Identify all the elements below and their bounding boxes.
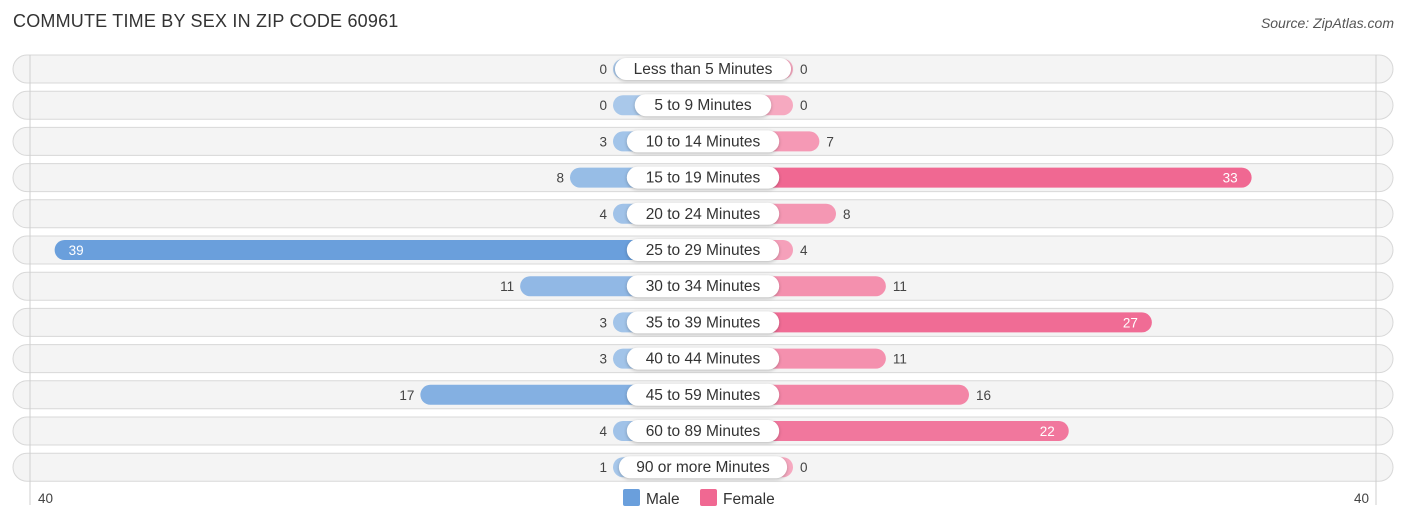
- value-label-male: 4: [599, 424, 607, 439]
- chart-row: 17 16 45 to 59 Minutes: [12, 380, 1394, 410]
- chart-row: 0 0 5 to 9 Minutes: [12, 90, 1394, 120]
- value-label-female: 0: [800, 98, 808, 113]
- value-label-male: 4: [599, 207, 607, 222]
- value-label-female: 27: [1123, 315, 1138, 330]
- value-label-male: 17: [399, 388, 414, 403]
- value-label-male: 3: [599, 315, 607, 330]
- value-label-male: 39: [69, 243, 84, 258]
- chart-row: 3 27 35 to 39 Minutes: [12, 307, 1394, 337]
- value-label-male: 1: [599, 460, 607, 475]
- category-label: 35 to 39 Minutes: [646, 314, 761, 331]
- value-label-male: 11: [500, 279, 514, 294]
- category-label: 40 to 44 Minutes: [646, 351, 761, 368]
- category-label: 10 to 14 Minutes: [646, 133, 761, 150]
- value-label-female: 8: [843, 207, 851, 222]
- value-label-female: 4: [800, 243, 808, 258]
- value-label-male: 0: [599, 62, 607, 77]
- legend: Male Female: [623, 489, 775, 508]
- value-label-male: 3: [599, 352, 607, 367]
- chart: 0 0 Less than 5 Minutes 0 0 5 to 9 Minutes 3 7 1…: [12, 54, 1394, 508]
- chart-row: 4 22 60 to 89 Minutes: [12, 416, 1394, 446]
- value-label-female: 0: [800, 460, 808, 475]
- legend-label-male: Male: [646, 491, 680, 508]
- category-label: 5 to 9 Minutes: [654, 97, 752, 114]
- value-label-female: 33: [1223, 171, 1238, 186]
- chart-row: 1 0 90 or more Minutes: [12, 452, 1394, 482]
- chart-row: 11 11 30 to 34 Minutes: [12, 271, 1394, 301]
- chart-row: 0 0 Less than 5 Minutes: [12, 54, 1394, 84]
- chart-rows: 0 0 Less than 5 Minutes 0 0 5 to 9 Minutes 3 7 1…: [12, 54, 1394, 482]
- chart-row: 3 11 40 to 44 Minutes: [12, 344, 1394, 374]
- chart-row: 3 7 10 to 14 Minutes: [12, 126, 1394, 156]
- chart-row: 8 33 15 to 19 Minutes: [12, 163, 1394, 193]
- category-label: 20 to 24 Minutes: [646, 206, 761, 223]
- value-label-male: 0: [599, 98, 607, 113]
- value-label-female: 16: [976, 388, 991, 403]
- category-label: 15 to 19 Minutes: [646, 170, 761, 187]
- category-label: Less than 5 Minutes: [634, 61, 773, 78]
- bar-female: [703, 167, 1252, 188]
- value-label-female: 0: [800, 62, 808, 77]
- chart-row: 4 8 20 to 24 Minutes: [12, 199, 1394, 229]
- category-label: 45 to 59 Minutes: [646, 387, 761, 404]
- value-label-female: 22: [1040, 424, 1055, 439]
- bar-male: [54, 240, 703, 260]
- value-label-female: 11: [893, 352, 907, 367]
- category-label: 30 to 34 Minutes: [646, 278, 761, 295]
- legend-label-female: Female: [723, 491, 775, 508]
- axis-label-right: 40: [1354, 491, 1369, 506]
- value-label-female: 11: [893, 279, 907, 294]
- value-label-male: 3: [599, 134, 607, 149]
- category-label: 60 to 89 Minutes: [646, 423, 761, 440]
- legend-swatch-female: [700, 489, 717, 506]
- chart-row: 39 4 25 to 29 Minutes: [12, 235, 1394, 265]
- category-label: 90 or more Minutes: [636, 459, 770, 476]
- value-label-female: 7: [826, 134, 834, 149]
- axis-label-left: 40: [38, 491, 53, 506]
- category-label: 25 to 29 Minutes: [646, 242, 761, 259]
- legend-swatch-male: [623, 489, 640, 506]
- value-label-male: 8: [556, 171, 564, 186]
